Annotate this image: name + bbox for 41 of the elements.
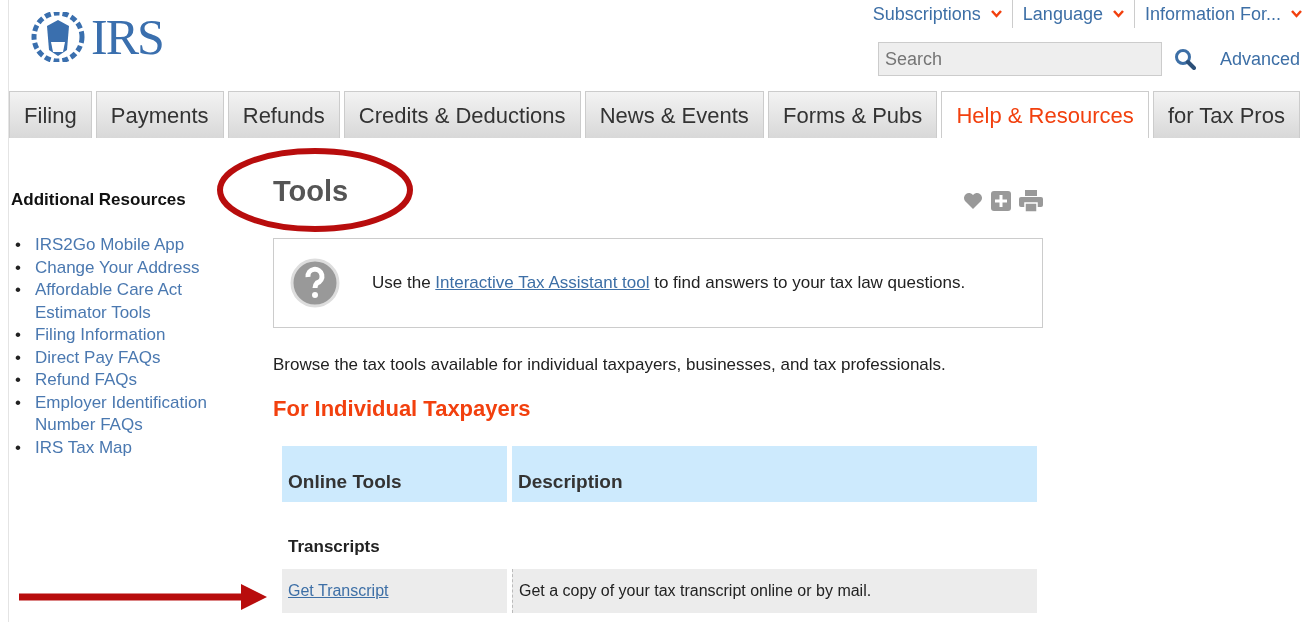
nav-tab[interactable]: News & Events (584, 91, 764, 138)
section-heading: For Individual Taxpayers (273, 395, 532, 422)
irs-logo-text[interactable]: IRS (91, 12, 163, 62)
nav-tab[interactable]: for Tax Pros (1152, 91, 1300, 138)
sidebar-link[interactable]: Filing Information (34, 324, 166, 347)
sidebar-link[interactable]: IRS Tax Map (34, 436, 132, 460)
bullet-mark: • (15, 234, 21, 257)
sidebar-link[interactable]: Direct Pay FAQs (34, 346, 161, 370)
bullet-mark: • (15, 279, 21, 302)
nav-tab[interactable]: Help & Resources (941, 91, 1149, 138)
assistant-link[interactable]: Interactive Tax Assistant tool (435, 273, 650, 293)
bullet-mark: • (15, 324, 21, 347)
column-header: Online Tools (282, 445, 507, 502)
sidebar-link[interactable]: Affordable Care Act Estimator Tools (34, 279, 219, 325)
nav-tab[interactable]: Forms & Pubs (767, 91, 938, 138)
bullet-mark: • (15, 346, 21, 369)
menu-link[interactable]: Information For... (1134, 0, 1306, 28)
sidebar-link[interactable]: Change Your Address (34, 256, 200, 280)
group-heading: Transcripts (287, 535, 381, 558)
column-header: Description (512, 445, 1037, 502)
nav-tab[interactable]: Payments (95, 91, 224, 138)
page-title: Tools (273, 174, 349, 209)
menu-link[interactable]: Language (1012, 0, 1135, 28)
nav-tab[interactable]: Filing (9, 91, 92, 138)
bullet-mark: • (15, 391, 21, 414)
sidebar-link[interactable]: IRS2Go Mobile App (34, 234, 185, 257)
table-cell: Get a copy of your tax transcript online or by mail. (512, 569, 1037, 614)
sidebar-title: Additional Resources (11, 190, 187, 211)
nav-tab[interactable]: Refunds (227, 91, 340, 138)
bullet-mark: • (15, 256, 21, 279)
tool-link[interactable]: Get Transcript (288, 582, 389, 600)
sidebar-link[interactable]: Employer Identification Number FAQs (34, 391, 219, 437)
sidebar-link[interactable]: Refund FAQs (34, 369, 137, 392)
advanced-search-link[interactable]: Advanced (1219, 45, 1300, 73)
search-field[interactable]: Search (877, 42, 1162, 76)
intro-text: Browse the tax tools available for individual taxpayers, businesses, and tax professionals. (273, 354, 947, 376)
bullet-mark: • (15, 436, 21, 459)
nav-tab[interactable]: Credits & Deductions (343, 91, 581, 138)
bullet-mark: • (15, 369, 21, 392)
menu-link[interactable]: Subscriptions (862, 0, 1013, 28)
tip-text: Use the Interactive Tax Assistant tool to find answers to your tax law questions. (372, 272, 966, 295)
